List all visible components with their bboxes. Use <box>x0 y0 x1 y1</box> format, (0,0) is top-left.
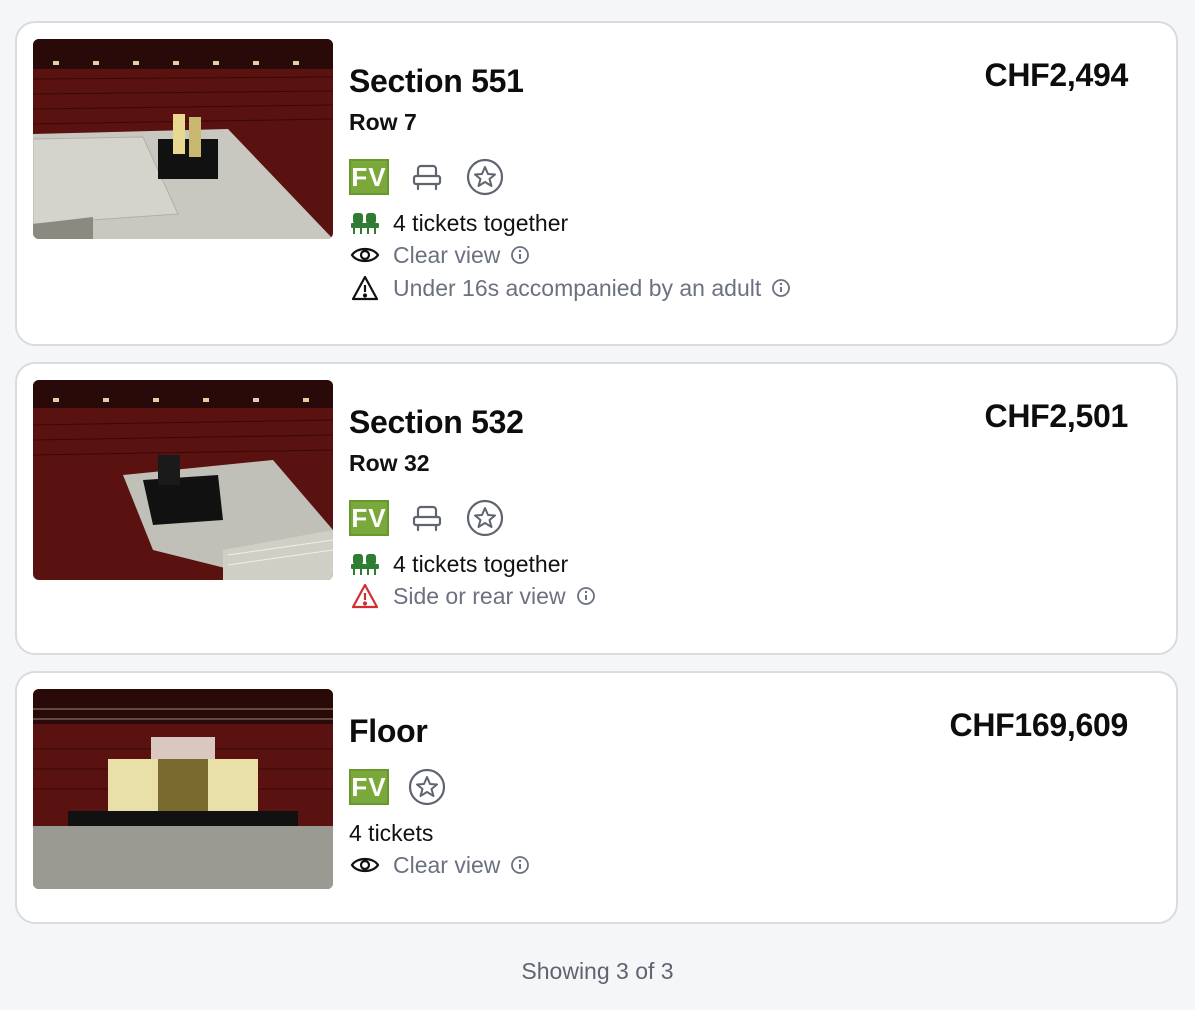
eye-icon <box>349 239 381 271</box>
row-label: Row 32 <box>349 450 430 476</box>
feature-tickets: 4 tickets <box>349 817 433 849</box>
feature-text: Under 16s accompanied by an adult <box>393 274 762 301</box>
section-title: Section 532 <box>349 404 524 440</box>
feature-text: Side or rear view <box>393 582 566 609</box>
warning-red-icon <box>349 580 381 612</box>
fv-badge: FV <box>349 500 389 536</box>
feature-badges: FV <box>349 767 447 807</box>
price: CHF2,501 <box>984 398 1129 434</box>
fv-badge: FV <box>349 769 389 805</box>
section-title: Floor <box>349 713 428 749</box>
feature-tickets-together: 4 tickets together <box>349 207 568 239</box>
price: CHF169,609 <box>949 707 1129 743</box>
feature-text: 4 tickets together <box>393 550 569 577</box>
listing-card[interactable]: Section 551 Row 7 CHF2,494 FV 4 tickets … <box>15 21 1178 346</box>
warning-icon <box>349 272 381 304</box>
listing-card[interactable]: Section 532 Row 32 CHF2,501 FV 4 tickets… <box>15 362 1178 655</box>
armchair-icon <box>407 498 447 538</box>
eye-icon <box>349 849 381 881</box>
section-view-image <box>33 39 333 239</box>
info-icon[interactable] <box>576 586 596 606</box>
info-icon[interactable] <box>510 855 530 875</box>
feature-text: Clear view <box>393 241 501 268</box>
feature-text: 4 tickets together <box>393 209 569 236</box>
results-count: Showing 3 of 3 <box>521 958 674 984</box>
feature-under-16s: Under 16s accompanied by an adult <box>349 272 791 304</box>
star-icon <box>407 767 447 807</box>
info-icon[interactable] <box>771 278 791 298</box>
section-title: Section 551 <box>349 63 524 99</box>
price: CHF2,494 <box>984 57 1129 93</box>
seats-together-icon <box>349 548 381 580</box>
info-icon[interactable] <box>510 245 530 265</box>
feature-side-rear-view: Side or rear view <box>349 580 596 612</box>
feature-text: 4 tickets <box>349 819 434 846</box>
feature-text: Clear view <box>393 851 501 878</box>
armchair-icon <box>407 157 447 197</box>
feature-badges: FV <box>349 157 505 197</box>
star-icon <box>465 157 505 197</box>
seats-together-icon <box>349 207 381 239</box>
feature-clear-view: Clear view <box>349 849 530 881</box>
section-view-image <box>33 380 333 580</box>
fv-badge: FV <box>349 159 389 195</box>
row-label: Row 7 <box>349 109 417 135</box>
listing-card[interactable]: Floor CHF169,609 FV 4 tickets Clear view <box>15 671 1178 924</box>
section-view-image <box>33 689 333 889</box>
feature-clear-view: Clear view <box>349 239 530 271</box>
star-icon <box>465 498 505 538</box>
feature-tickets-together: 4 tickets together <box>349 548 568 580</box>
feature-badges: FV <box>349 498 505 538</box>
